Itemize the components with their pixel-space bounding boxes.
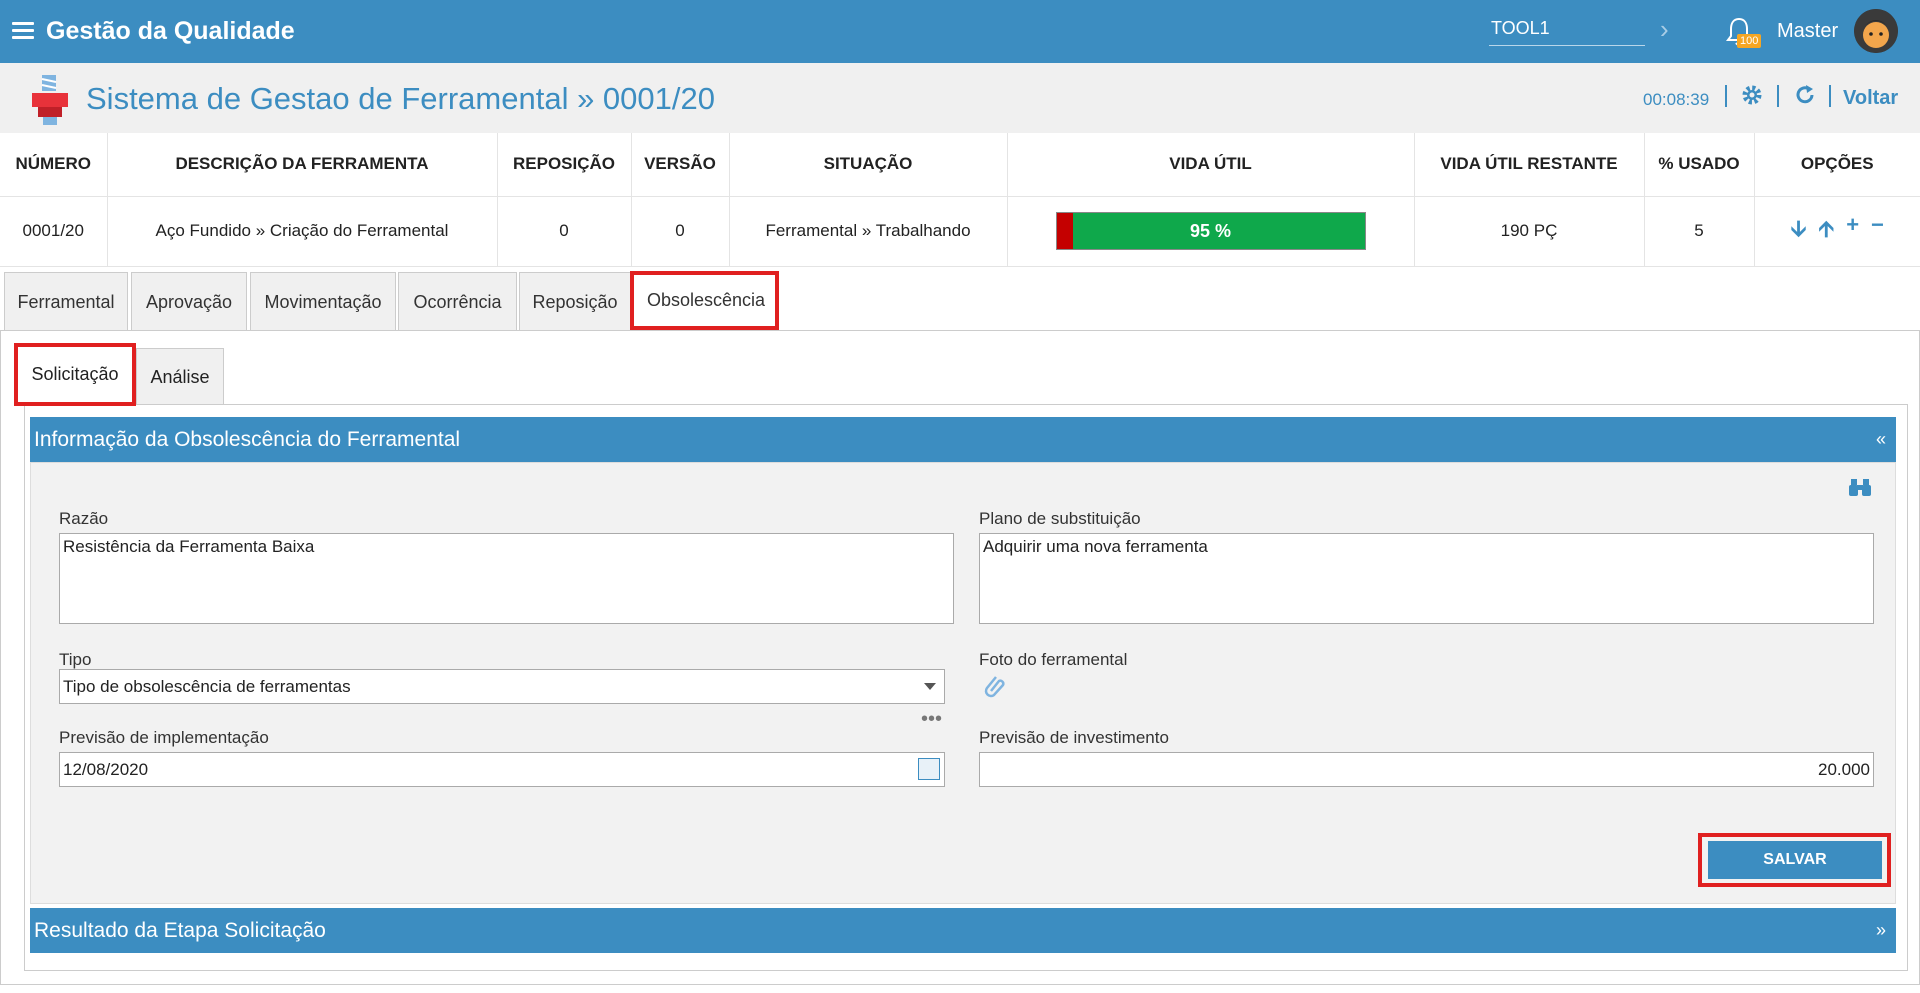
page-header: Sistema de Gestao de Ferramental » 0001/… xyxy=(0,63,1920,133)
more-options-icon[interactable]: ••• xyxy=(921,709,942,729)
gear-icon[interactable] xyxy=(1740,83,1764,107)
expand-icon[interactable]: » xyxy=(1876,908,1886,953)
arrow-up-icon[interactable]: 🡩 xyxy=(1818,212,1834,250)
plano-textarea[interactable]: Adquirir uma nova ferramenta xyxy=(979,533,1874,624)
section-title: Informação da Obsolescência do Ferrament… xyxy=(34,428,461,451)
plano-label: Plano de substituição xyxy=(979,509,1141,528)
session-timer: 00:08:39 xyxy=(1643,90,1710,109)
cell-opcoes: 🡫 🡩 + − xyxy=(1754,196,1920,267)
tab-aprovacao[interactable]: Aprovação xyxy=(131,272,247,330)
foto-label: Foto do ferramental xyxy=(979,650,1128,669)
section-title: Resultado da Etapa Solicitação xyxy=(34,919,326,942)
tipo-label: Tipo xyxy=(59,650,92,669)
notification-badge: 100 xyxy=(1737,34,1762,48)
col-usado: % USADO xyxy=(1644,133,1755,197)
back-link[interactable]: Voltar xyxy=(1843,87,1898,110)
cell-descricao: Aço Fundido » Criação do Ferramental xyxy=(107,196,498,267)
razao-textarea[interactable]: Resistência da Ferramenta Baixa xyxy=(59,533,954,624)
divider xyxy=(1725,85,1727,107)
app-title: Gestão da Qualidade xyxy=(46,17,295,45)
tipo-selected-value: Tipo de obsolescência de ferramentas xyxy=(63,677,351,696)
col-opcoes: OPÇÕES xyxy=(1754,133,1920,197)
divider xyxy=(1829,85,1831,107)
tab-reposicao[interactable]: Reposição xyxy=(519,272,631,330)
binoculars-icon[interactable] xyxy=(1849,477,1871,497)
calendar-icon[interactable] xyxy=(918,758,940,780)
cell-versao: 0 xyxy=(631,196,730,267)
user-name[interactable]: Master xyxy=(1777,20,1838,43)
col-vida-util: VIDA ÚTIL xyxy=(1007,133,1415,197)
highlight-solicitacao xyxy=(14,343,136,406)
cell-numero: 0001/20 xyxy=(0,196,108,267)
refresh-icon[interactable] xyxy=(1793,83,1817,107)
divider xyxy=(1777,85,1779,107)
top-bar: Gestão da Qualidade › 100 Master xyxy=(0,0,1920,63)
cell-vida-util: 95 % xyxy=(1007,196,1415,267)
previsao-inv-label: Previsão de investimento xyxy=(979,728,1169,747)
paperclip-icon[interactable] xyxy=(984,674,1008,698)
previsao-impl-date-input[interactable]: 12/08/2020 xyxy=(59,752,945,787)
tab-movimentacao[interactable]: Movimentação xyxy=(250,272,396,330)
arrow-down-icon[interactable]: 🡫 xyxy=(1791,212,1807,250)
tab-ferramental[interactable]: Ferramental xyxy=(4,272,128,330)
col-versao: VERSÃO xyxy=(631,133,730,197)
tab-ocorrencia[interactable]: Ocorrência xyxy=(398,272,517,330)
previsao-impl-value: 12/08/2020 xyxy=(63,760,149,779)
section-header-resultado[interactable]: Resultado da Etapa Solicitação » xyxy=(30,908,1896,953)
tool-logo-icon xyxy=(32,75,68,125)
minus-icon[interactable]: − xyxy=(1871,212,1884,250)
col-descricao: DESCRIÇÃO DA FERRAMENTA xyxy=(107,133,498,197)
tool-search-input[interactable] xyxy=(1489,12,1645,46)
menu-icon[interactable] xyxy=(12,22,34,40)
tipo-select[interactable]: Tipo de obsolescência de ferramentas xyxy=(59,669,945,704)
previsao-inv-input[interactable]: 20.000 xyxy=(979,752,1874,787)
page-title: Sistema de Gestao de Ferramental » 0001/… xyxy=(86,81,715,116)
cell-usado: 5 xyxy=(1644,196,1755,267)
vida-util-progress-bar: 95 % xyxy=(1055,212,1366,250)
col-numero: NÚMERO xyxy=(0,133,108,197)
tool-info-table: NÚMERO DESCRIÇÃO DA FERRAMENTA REPOSIÇÃO… xyxy=(0,133,1920,267)
progress-label: 95 % xyxy=(1189,221,1232,241)
cell-vida-restante: 190 PÇ xyxy=(1414,196,1645,267)
previsao-impl-label: Previsão de implementação xyxy=(59,728,269,747)
highlight-obsolescencia xyxy=(630,271,779,330)
section-header-info[interactable]: Informação da Obsolescência do Ferrament… xyxy=(30,417,1896,462)
table-row: 0001/20 Aço Fundido » Criação do Ferrame… xyxy=(0,196,1920,267)
col-vida-restante: VIDA ÚTIL RESTANTE xyxy=(1414,133,1645,197)
razao-label: Razão xyxy=(59,509,109,528)
highlight-save xyxy=(1698,833,1891,887)
collapse-icon[interactable]: « xyxy=(1876,417,1886,462)
col-situacao: SITUAÇÃO xyxy=(729,133,1008,197)
cell-reposicao: 0 xyxy=(497,196,632,267)
subtab-analise[interactable]: Análise xyxy=(136,348,224,404)
col-reposicao: REPOSIÇÃO xyxy=(497,133,632,197)
chevron-right-icon[interactable]: › xyxy=(1660,14,1669,45)
table-header-row: NÚMERO DESCRIÇÃO DA FERRAMENTA REPOSIÇÃO… xyxy=(0,133,1920,197)
chevron-down-icon xyxy=(924,683,936,690)
cell-situacao: Ferramental » Trabalhando xyxy=(729,196,1008,267)
plus-icon[interactable]: + xyxy=(1846,212,1859,250)
avatar[interactable] xyxy=(1854,9,1898,53)
